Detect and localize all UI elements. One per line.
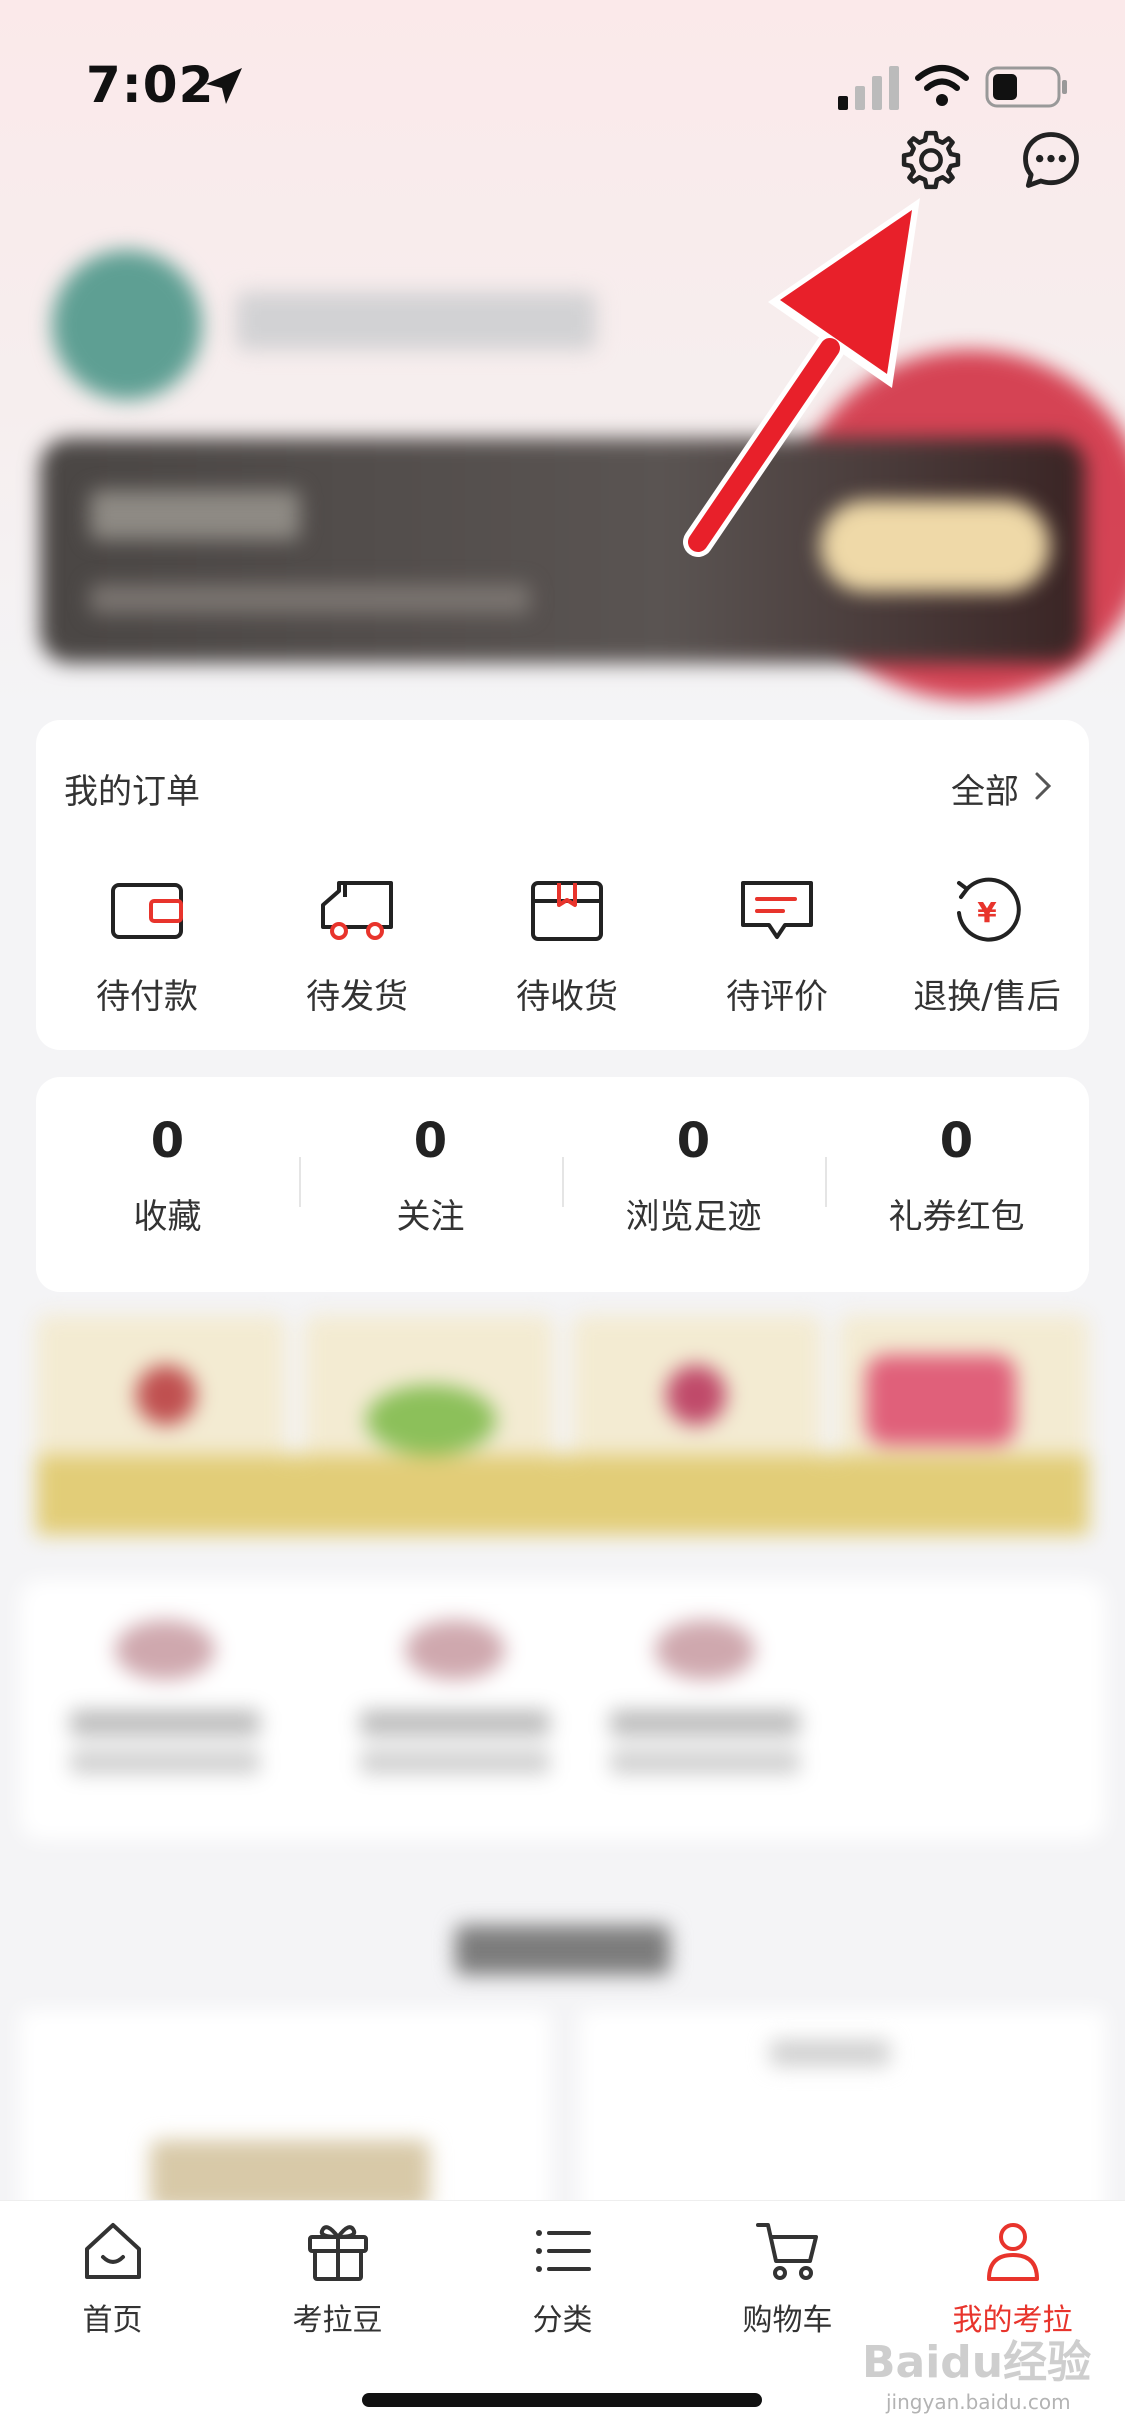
tab-label: 考拉豆 — [292, 2303, 383, 2338]
service-sublabel — [360, 1750, 550, 1774]
tab-koala-beans[interactable]: 考拉豆 — [225, 2215, 450, 2339]
stat-value: 0 — [939, 1113, 974, 1169]
avatar[interactable] — [52, 250, 202, 400]
tab-label: 分类 — [532, 2303, 593, 2338]
home-indicator[interactable] — [362, 2393, 762, 2407]
stat-following[interactable]: 0 关注 — [299, 1113, 562, 1238]
stats-card: 0 收藏 0 关注 0 浏览足迹 0 礼券红包 — [36, 1077, 1089, 1292]
refund-icon: ¥ — [957, 877, 1021, 942]
tab-category[interactable]: 分类 — [450, 2215, 675, 2339]
message-bubble-icon[interactable] — [1017, 126, 1085, 194]
stat-coupons[interactable]: 0 礼券红包 — [825, 1113, 1088, 1238]
list-icon — [535, 2230, 591, 2272]
service-label — [610, 1710, 800, 1736]
stat-label: 关注 — [396, 1197, 465, 1237]
cell-signal-icon — [838, 66, 899, 110]
stat-value: 0 — [413, 1113, 448, 1169]
settings-gear-icon[interactable] — [897, 126, 965, 194]
service-item[interactable] — [360, 1620, 550, 1774]
service-item[interactable] — [610, 1620, 800, 1774]
status-time: 7:02 — [86, 56, 215, 114]
promo-image — [136, 1365, 196, 1425]
orders-title: 我的订单 — [64, 772, 200, 812]
comment-icon — [741, 881, 813, 939]
order-refund-aftersale[interactable]: ¥ 退换/售后 — [882, 875, 1092, 1018]
stat-value: 0 — [150, 1113, 185, 1169]
my-orders-card: 我的订单 全部 待付款 待发货 待收货 待评价 ¥ 退换/售后 — [36, 720, 1089, 1050]
user-icon — [986, 2223, 1039, 2281]
watermark-url: jingyan.baidu.com — [886, 2390, 1071, 2414]
membership-title-blurred — [90, 490, 300, 540]
membership-subtitle-blurred — [90, 584, 530, 614]
truck-icon — [321, 881, 393, 940]
stat-history[interactable]: 0 浏览足迹 — [562, 1113, 825, 1238]
status-bar: 7:02 — [0, 0, 1125, 140]
home-icon — [84, 2223, 141, 2279]
order-label: 待发货 — [306, 977, 408, 1017]
order-pending-shipment[interactable]: 待发货 — [252, 875, 462, 1018]
promo-image — [866, 1355, 1016, 1445]
order-label: 待评价 — [726, 977, 828, 1017]
chevron-right-icon[interactable] — [1029, 768, 1059, 804]
service-label — [360, 1710, 550, 1736]
recommendation-title-blurred — [455, 1925, 670, 1975]
svg-text:¥: ¥ — [977, 896, 997, 929]
tab-home[interactable]: 首页 — [0, 2215, 225, 2339]
service-icon — [405, 1620, 505, 1680]
promo-image — [666, 1365, 726, 1425]
wifi-icon — [915, 65, 969, 106]
tab-my-koala[interactable]: 我的考拉 — [900, 2215, 1125, 2339]
service-sublabel — [70, 1750, 260, 1774]
battery-icon — [985, 66, 1067, 108]
stat-label: 收藏 — [133, 1197, 202, 1237]
cart-icon — [755, 2223, 818, 2280]
stat-label: 浏览足迹 — [625, 1197, 762, 1237]
location-arrow-icon — [206, 68, 242, 104]
watermark: Baidu经验 — [862, 2337, 1092, 2388]
stat-favorites[interactable]: 0 收藏 — [36, 1113, 299, 1238]
promo-banner[interactable] — [36, 1315, 1089, 1535]
service-item[interactable] — [70, 1620, 260, 1774]
annotation-arrow-icon — [683, 198, 920, 557]
order-label: 待收货 — [516, 977, 618, 1017]
order-pending-review[interactable]: 待评价 — [672, 875, 882, 1018]
order-pending-receipt[interactable]: 待收货 — [462, 875, 672, 1018]
stat-value: 0 — [676, 1113, 711, 1169]
service-icon — [655, 1620, 755, 1680]
recommendation-text-blurred — [770, 2040, 890, 2066]
orders-view-all-link[interactable]: 全部 — [951, 764, 1019, 813]
service-label — [70, 1710, 260, 1736]
package-icon — [531, 881, 603, 941]
order-pending-payment[interactable]: 待付款 — [42, 875, 252, 1018]
service-icon — [115, 1620, 215, 1680]
gift-icon — [307, 2225, 368, 2281]
promo-image — [366, 1385, 496, 1455]
order-label: 待付款 — [96, 977, 198, 1017]
promo-band — [36, 1455, 1089, 1535]
wallet-icon — [111, 883, 183, 939]
stat-label: 礼券红包 — [888, 1197, 1025, 1237]
username-blurred — [236, 292, 596, 350]
tab-label: 首页 — [82, 2303, 143, 2338]
services-section — [20, 1580, 1105, 1840]
service-sublabel — [610, 1750, 800, 1774]
order-label: 退换/售后 — [913, 977, 1061, 1017]
tab-cart[interactable]: 购物车 — [675, 2215, 900, 2339]
